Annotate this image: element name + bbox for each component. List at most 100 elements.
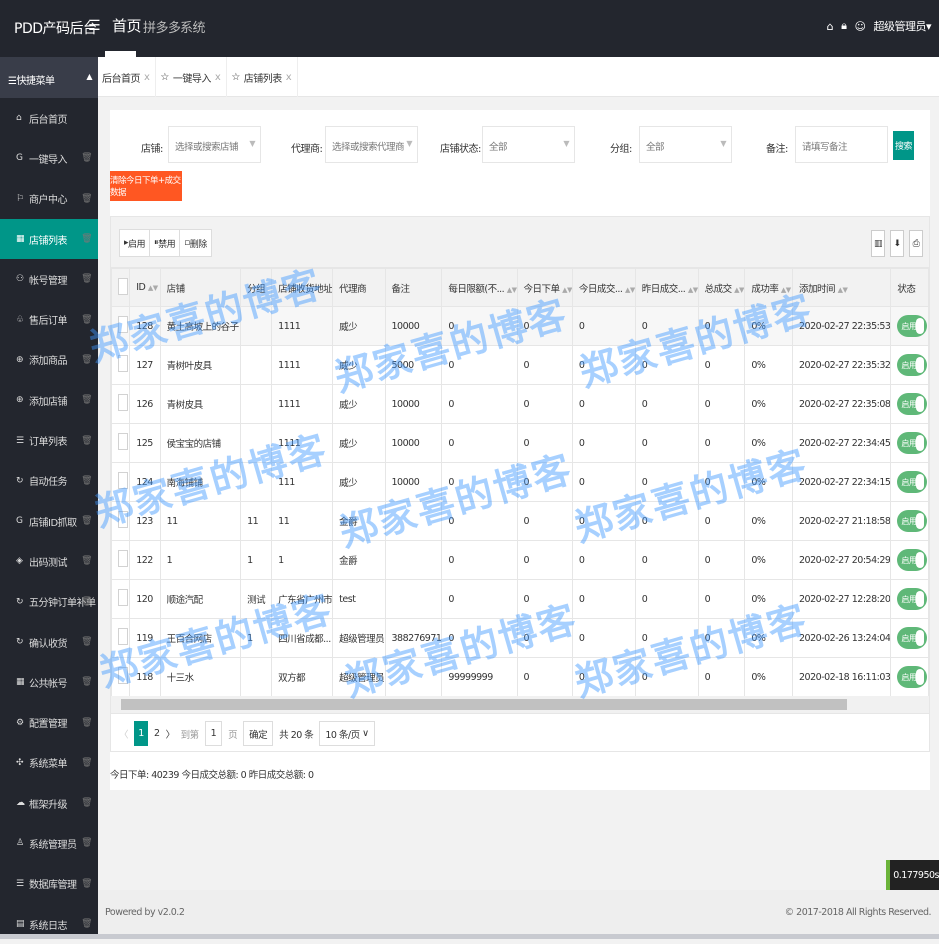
row-checkbox[interactable] — [111, 618, 131, 658]
trash-icon[interactable]: 🗑︎ — [81, 597, 92, 607]
columns-filter-icon[interactable]: ▥ — [871, 230, 885, 257]
trash-icon[interactable]: 🗑︎ — [81, 274, 92, 284]
column-header[interactable]: 今日下单 ▲▼ — [516, 268, 573, 307]
status-switch[interactable]: 启用 — [897, 588, 928, 610]
trash-icon[interactable]: 🗑︎ — [81, 718, 92, 728]
sidebar-item[interactable]: G 一键导入 🗑︎ — [0, 138, 98, 178]
search-button[interactable]: 搜索 — [893, 131, 914, 160]
row-checkbox[interactable] — [111, 345, 131, 385]
sort-icon[interactable]: ▲▼ — [688, 286, 697, 294]
column-header[interactable]: 成功率 ▲▼ — [744, 268, 794, 307]
status-toggle-cell[interactable]: 启用 — [890, 657, 929, 697]
sort-icon[interactable]: ▲▼ — [838, 286, 848, 294]
row-checkbox[interactable] — [111, 423, 131, 463]
sort-icon[interactable]: ▲▼ — [507, 286, 516, 294]
status-switch[interactable]: 启用 — [897, 393, 928, 415]
close-icon[interactable]: x — [144, 72, 150, 83]
column-header[interactable]: 每日限额(不... ▲▼ — [441, 268, 518, 307]
clear-today-data-button[interactable]: 清除今日下单+成交数据 — [110, 171, 182, 201]
sidebar-item[interactable]: ☰ 订单列表 🗑︎ — [0, 420, 98, 460]
sidebar-item[interactable]: ♧ 售后订单 🗑︎ — [0, 299, 98, 339]
prev-page[interactable]: 〈 — [119, 727, 129, 741]
sidebar-item[interactable]: ♙ 系统管理员 🗑︎ — [0, 823, 98, 863]
quick-menu-header[interactable]: ☰快捷菜单 ▲ — [0, 57, 98, 98]
column-header[interactable]: ID ▲▼ — [129, 268, 161, 307]
sidebar-item[interactable]: ▦ 店铺列表 🗑︎ — [0, 218, 98, 260]
sidebar-item[interactable]: ⊕ 添加商品 🗑︎ — [0, 340, 98, 380]
column-header[interactable]: 代理商 — [332, 268, 386, 307]
row-checkbox[interactable] — [111, 501, 131, 541]
sort-icon[interactable]: ▲▼ — [562, 286, 571, 294]
sidebar-item[interactable]: G 店铺ID抓取 🗑︎ — [0, 501, 98, 541]
trash-icon[interactable]: 🗑︎ — [81, 919, 92, 929]
table-row[interactable]: 125 侯宝宝的店铺 1111 威少 10000 0 0 0 0 0 0% 2020-02-27 22… — [111, 423, 929, 463]
status-toggle-cell[interactable]: 启用 — [890, 423, 929, 463]
close-icon[interactable]: x — [215, 72, 221, 83]
trash-icon[interactable]: 🗑︎ — [81, 556, 92, 566]
table-row[interactable]: 119 王百合网店 1 四川省成都... 超级管理员 388276971 0 0 0 0 0 0% 20… — [111, 618, 929, 658]
group-select[interactable]: 全部 ▼ — [639, 126, 732, 163]
sidebar-item[interactable]: ↻ 确认收货 🗑︎ — [0, 622, 98, 662]
table-row[interactable]: 123 11 11 11 金爵 0 0 0 0 0 0% 2020-02-27 21:18:58 启用 — [111, 501, 929, 541]
status-select[interactable]: 全部 ▼ — [482, 126, 575, 163]
status-toggle-cell[interactable]: 启用 — [890, 345, 929, 385]
sidebar-item[interactable]: ⚙ 配置管理 🗑︎ — [0, 702, 98, 742]
trash-icon[interactable]: 🗑︎ — [81, 153, 92, 163]
column-header[interactable]: 备注 — [384, 268, 443, 307]
per-page-select[interactable]: 10 条/页 ∨ — [319, 721, 375, 746]
table-row[interactable]: 128 黄土高坡上的谷子 1111 威少 10000 0 0 0 0 0 0% 2020-02-27 … — [111, 306, 929, 346]
sidebar-item[interactable]: ☰ 数据库管理 🗑︎ — [0, 864, 98, 904]
row-checkbox[interactable] — [111, 579, 131, 619]
table-row[interactable]: 118 十三水 双方都 超级管理员 99999999 0 0 0 0 0% 2020-02-18 1… — [111, 657, 929, 697]
row-checkbox[interactable] — [111, 384, 131, 424]
row-checkbox[interactable] — [111, 540, 131, 580]
column-header[interactable]: 今日成交... ▲▼ — [571, 268, 636, 307]
table-row[interactable]: 126 青树皮具 1111 威少 10000 0 0 0 0 0 0% 2020-02-27 22:3… — [111, 384, 929, 424]
column-header[interactable]: 总成交 ▲▼ — [697, 268, 746, 307]
collapse-icon[interactable]: ▲ — [86, 72, 92, 81]
shop-select[interactable]: 选择或搜索店铺 ▼ — [168, 126, 261, 163]
next-page[interactable]: 〉 — [166, 727, 176, 741]
row-checkbox[interactable] — [111, 462, 131, 502]
column-header[interactable]: 状态 — [890, 268, 929, 307]
trash-icon[interactable]: 🗑︎ — [81, 758, 92, 768]
status-toggle-cell[interactable]: 启用 — [890, 501, 929, 541]
delete-button[interactable]: ▫ 删除 — [180, 230, 211, 256]
status-switch[interactable]: 启用 — [897, 354, 928, 376]
lock-icon[interactable]: 🔒︎ — [841, 19, 847, 33]
status-toggle-cell[interactable]: 启用 — [890, 462, 929, 502]
page-input[interactable]: 1 — [204, 721, 223, 746]
column-header[interactable]: 添加时间 ▲▼ — [792, 268, 892, 307]
enable-button[interactable]: ▸ 启用 — [120, 230, 151, 256]
page-2[interactable]: 2 — [154, 728, 160, 739]
export-icon[interactable]: ⬇ — [890, 230, 904, 257]
bottom-scrollbar[interactable] — [0, 934, 939, 939]
tab-import[interactable]: ☆ 一键导入 x — [156, 57, 228, 97]
sidebar-item[interactable]: ◈ 出码测试 🗑︎ — [0, 541, 98, 581]
status-switch[interactable]: 启用 — [897, 549, 928, 571]
trash-icon[interactable]: 🗑︎ — [81, 637, 92, 647]
column-header[interactable]: 分组 — [240, 268, 273, 307]
table-row[interactable]: 122 1 1 1 金爵 0 0 0 0 0 0% 2020-02-27 20:54:29 启用 — [111, 540, 929, 580]
nav-home[interactable]: 首页 — [112, 15, 142, 36]
select-all-checkbox[interactable] — [111, 268, 131, 307]
trash-icon[interactable]: 🗑︎ — [81, 436, 92, 446]
trash-icon[interactable]: 🗑︎ — [81, 798, 92, 808]
horizontal-scrollbar[interactable] — [111, 696, 929, 713]
status-switch[interactable]: 启用 — [897, 471, 928, 493]
status-switch[interactable]: 启用 — [897, 627, 928, 649]
sidebar-item[interactable]: ✣ 系统菜单 🗑︎ — [0, 743, 98, 783]
close-icon[interactable]: x — [286, 72, 292, 83]
status-switch[interactable]: 启用 — [897, 666, 928, 688]
status-toggle-cell[interactable]: 启用 — [890, 306, 929, 346]
sort-icon[interactable]: ▲▼ — [781, 286, 791, 294]
trash-icon[interactable]: 🗑︎ — [81, 476, 92, 486]
sort-icon[interactable]: ▲▼ — [734, 286, 744, 294]
trash-icon[interactable]: 🗑︎ — [81, 516, 92, 526]
status-switch[interactable]: 启用 — [897, 510, 928, 532]
status-toggle-cell[interactable]: 启用 — [890, 579, 929, 619]
status-switch[interactable]: 启用 — [897, 315, 928, 337]
sidebar-item[interactable]: ↻ 五分钟订单补单 🗑︎ — [0, 582, 98, 622]
disable-button[interactable]: ⏸ 禁用 — [150, 230, 181, 256]
print-icon[interactable]: ⎙ — [909, 230, 923, 257]
